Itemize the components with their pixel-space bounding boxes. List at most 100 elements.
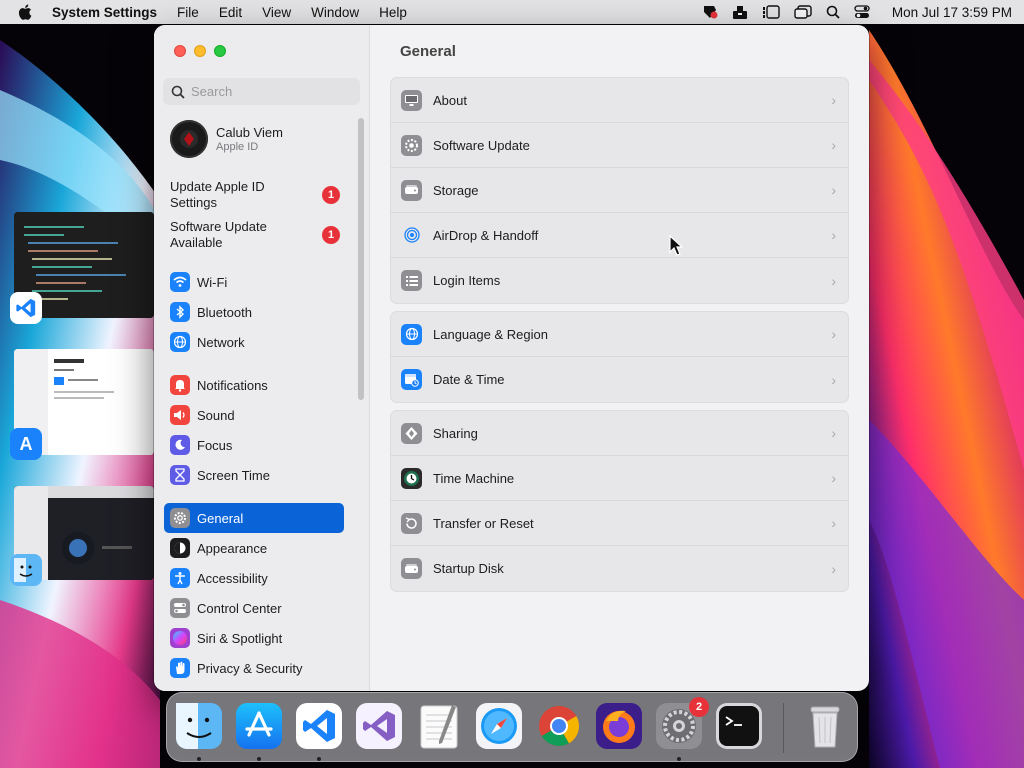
row-about[interactable]: About › bbox=[391, 78, 848, 123]
terminal-icon[interactable] bbox=[715, 702, 763, 750]
vscode-icon[interactable] bbox=[295, 702, 343, 750]
window-controls bbox=[174, 45, 226, 57]
chevron-right-icon: › bbox=[831, 227, 836, 243]
running-indicator bbox=[317, 757, 321, 761]
app-menu-system-settings[interactable]: System Settings bbox=[42, 5, 167, 20]
close-button[interactable] bbox=[174, 45, 186, 57]
sidebar-item-siri-spotlight[interactable]: Siri & Spotlight bbox=[164, 623, 344, 653]
sidebar-item-label: General bbox=[197, 510, 244, 526]
row-storage[interactable]: Storage › bbox=[391, 168, 848, 213]
sidebar-item-accessibility[interactable]: Accessibility bbox=[164, 563, 344, 593]
drive-icon bbox=[401, 179, 422, 201]
window-switcher-icon[interactable] bbox=[794, 5, 812, 19]
finder-icon[interactable] bbox=[175, 702, 223, 750]
sidebar-item-screen-time[interactable]: Screen Time bbox=[164, 460, 344, 490]
hourglass-icon bbox=[170, 465, 190, 485]
chevron-right-icon: › bbox=[831, 92, 836, 108]
row-airdrop-handoff[interactable]: AirDrop & Handoff › bbox=[391, 213, 848, 258]
row-login-items[interactable]: Login Items › bbox=[391, 258, 848, 303]
sidebar-item-general[interactable]: General bbox=[164, 503, 344, 533]
chevron-right-icon: › bbox=[831, 326, 836, 342]
menu-help[interactable]: Help bbox=[369, 5, 417, 20]
menubar-clock[interactable]: Mon Jul 17 3:59 PM bbox=[884, 5, 1012, 20]
sidebar-item-control-center[interactable]: Control Center bbox=[164, 593, 344, 623]
search-placeholder: Search bbox=[191, 84, 233, 99]
notice-badge: 1 bbox=[322, 226, 340, 244]
sidebar-item-bluetooth[interactable]: Bluetooth bbox=[164, 297, 344, 327]
sidebar-item-label: Control Center bbox=[197, 600, 282, 616]
apple-menu-icon[interactable] bbox=[12, 4, 42, 20]
row-label: Software Update bbox=[433, 137, 530, 153]
bell-icon bbox=[170, 375, 190, 395]
profile-subtitle: Apple ID bbox=[216, 141, 259, 153]
spotlight-search-icon[interactable] bbox=[826, 5, 840, 19]
dock: 2 bbox=[166, 692, 858, 762]
search-field[interactable]: Search bbox=[163, 78, 360, 105]
sidebar-item-label: Wi-Fi bbox=[197, 274, 228, 290]
finder-stage-icon[interactable] bbox=[10, 554, 42, 586]
row-startup-disk[interactable]: Startup Disk › bbox=[391, 546, 848, 591]
minimize-button[interactable] bbox=[194, 45, 206, 57]
textedit-icon[interactable] bbox=[415, 702, 463, 750]
sidebar-item-appearance[interactable]: Appearance bbox=[164, 533, 344, 563]
settings-group: Sharing › Time Machine › Transfer or Reset › S… bbox=[390, 410, 849, 592]
inbox-status-icon[interactable] bbox=[732, 5, 748, 19]
zoom-button[interactable] bbox=[214, 45, 226, 57]
trash-icon[interactable] bbox=[801, 702, 849, 750]
menu-file[interactable]: File bbox=[167, 5, 209, 20]
notice-badge: 1 bbox=[322, 186, 340, 204]
dock-separator bbox=[783, 703, 784, 753]
row-label: Sharing bbox=[433, 425, 478, 441]
sidebar-item-label: Siri & Spotlight bbox=[197, 630, 283, 646]
app-store-icon[interactable] bbox=[235, 702, 283, 750]
chevron-right-icon: › bbox=[831, 182, 836, 198]
page-title: General bbox=[400, 43, 456, 60]
globe-icon bbox=[170, 332, 190, 352]
firefox-icon[interactable] bbox=[595, 702, 643, 750]
menu-edit[interactable]: Edit bbox=[209, 5, 252, 20]
stage-manager-icon[interactable] bbox=[762, 5, 780, 19]
row-sharing[interactable]: Sharing › bbox=[391, 411, 848, 456]
row-language-region[interactable]: Language & Region › bbox=[391, 312, 848, 357]
vscode-stage-icon[interactable] bbox=[10, 292, 42, 324]
chrome-icon[interactable] bbox=[535, 702, 583, 750]
chevron-right-icon: › bbox=[831, 425, 836, 441]
visual-studio-icon[interactable] bbox=[355, 702, 403, 750]
search-icon bbox=[171, 85, 185, 99]
sidebar-item-network[interactable]: Network bbox=[164, 327, 344, 357]
app-store-stage-icon[interactable]: A bbox=[10, 428, 42, 460]
sidebar-item-label: Accessibility bbox=[197, 570, 268, 586]
wifi-icon bbox=[170, 272, 190, 292]
sidebar-item-label: Bluetooth bbox=[197, 304, 252, 320]
safari-icon[interactable] bbox=[475, 702, 523, 750]
row-software-update[interactable]: Software Update › bbox=[391, 123, 848, 168]
notice-update-apple-id[interactable]: Update Apple ID Settings 1 bbox=[170, 179, 340, 211]
sidebar-item-sound[interactable]: Sound bbox=[164, 400, 344, 430]
menu-window[interactable]: Window bbox=[301, 5, 369, 20]
notice-line: Available bbox=[170, 235, 223, 250]
row-date-time[interactable]: Date & Time › bbox=[391, 357, 848, 402]
sidebar-item-focus[interactable]: Focus bbox=[164, 430, 344, 460]
running-indicator bbox=[257, 757, 261, 761]
sidebar-item-notifications[interactable]: Notifications bbox=[164, 370, 344, 400]
sharing-icon bbox=[401, 422, 422, 444]
notice-software-update[interactable]: Software Update Available 1 bbox=[170, 219, 340, 251]
menu-view[interactable]: View bbox=[252, 5, 301, 20]
list-icon bbox=[401, 270, 422, 291]
row-time-machine[interactable]: Time Machine › bbox=[391, 456, 848, 501]
sidebar-item-privacy-security[interactable]: Privacy & Security bbox=[164, 653, 344, 683]
sidebar-scrollbar[interactable] bbox=[358, 118, 364, 400]
apple-id-profile[interactable]: Calub Viem Apple ID bbox=[170, 120, 283, 158]
row-label: About bbox=[433, 92, 467, 108]
row-transfer-or-reset[interactable]: Transfer or Reset › bbox=[391, 501, 848, 546]
gear-badge-icon bbox=[401, 134, 422, 156]
globe-icon bbox=[401, 323, 422, 345]
sidebar-item-label: Appearance bbox=[197, 540, 268, 556]
control-center-icon[interactable] bbox=[854, 5, 870, 19]
row-label: Time Machine bbox=[433, 470, 515, 486]
mouse-cursor-icon bbox=[669, 234, 684, 260]
status-app-icon[interactable] bbox=[702, 4, 718, 20]
bluetooth-icon bbox=[170, 302, 190, 322]
sidebar-item-wi-fi[interactable]: Wi-Fi bbox=[164, 267, 344, 297]
row-label: Date & Time bbox=[433, 372, 505, 387]
